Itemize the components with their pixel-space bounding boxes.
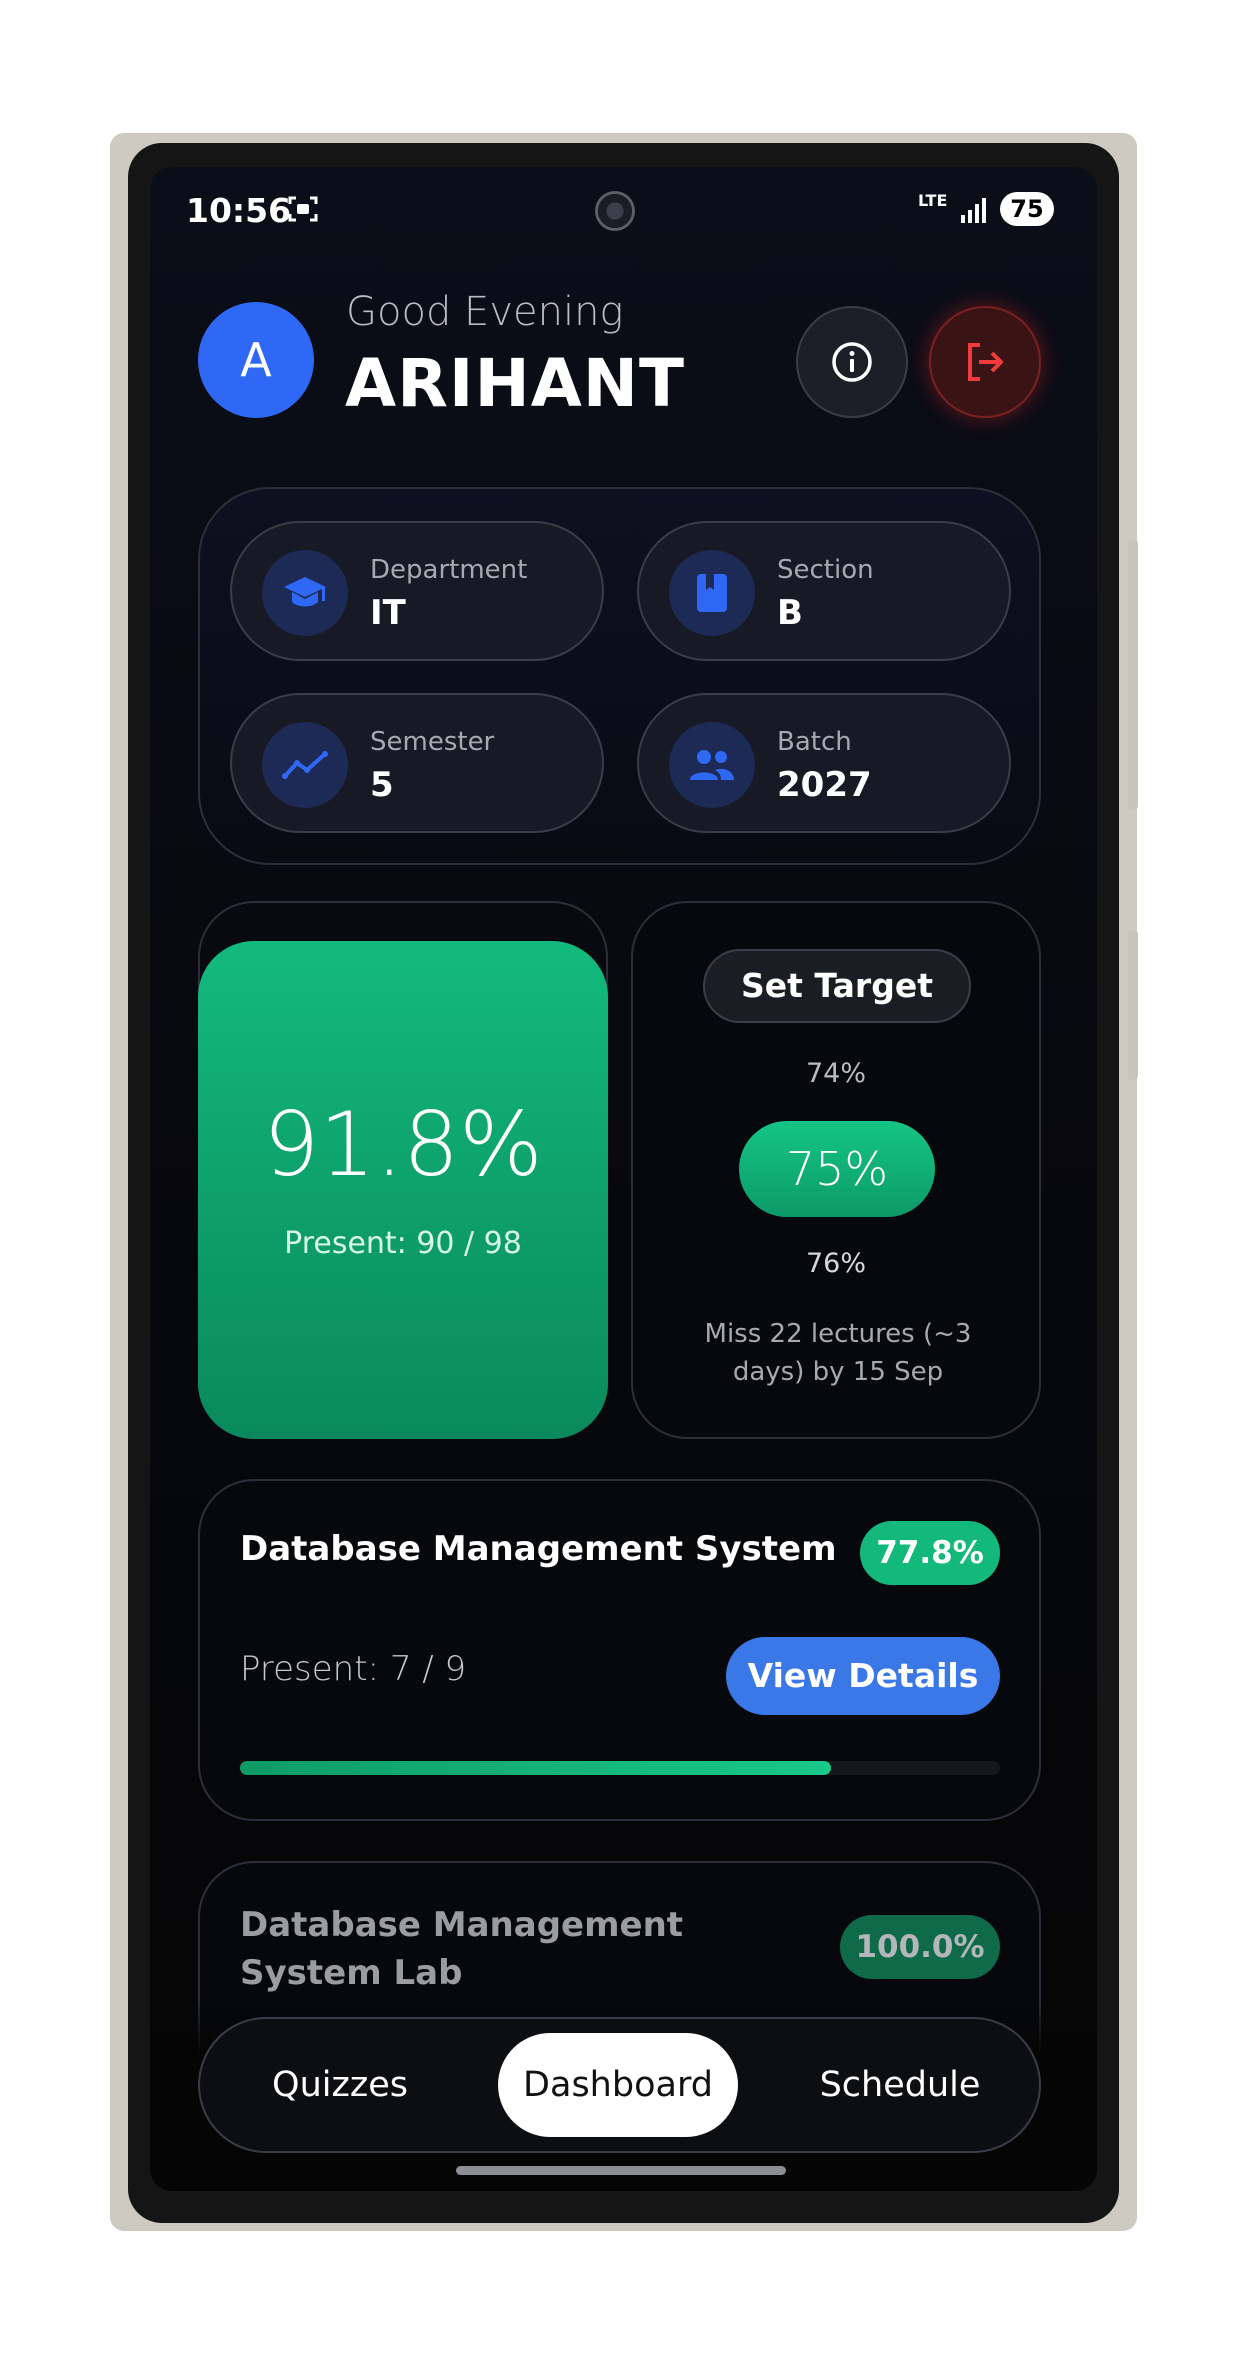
batch-label: Batch: [777, 727, 852, 757]
overall-attendance-card[interactable]: 91.8% Present: 90 / 98: [198, 941, 608, 1439]
home-indicator[interactable]: [456, 2166, 786, 2175]
user-name: ARIHANT: [345, 345, 686, 422]
info-button[interactable]: [796, 306, 908, 418]
logout-button[interactable]: [929, 306, 1041, 418]
subject-name: Database Management System Lab: [240, 1905, 684, 1993]
set-target-button[interactable]: Set Target: [703, 949, 971, 1023]
nav-dashboard[interactable]: Dashboard: [498, 2033, 738, 2137]
power-button: [1128, 930, 1138, 1080]
screen-record-icon: [288, 196, 318, 222]
graduation-cap-icon: [284, 577, 326, 607]
section-label: Section: [777, 555, 874, 585]
section-value: B: [777, 593, 803, 633]
subject-card[interactable]: Database Management System 77.8% Present…: [198, 1479, 1041, 1821]
subject-percent-badge: 77.8%: [860, 1521, 1000, 1585]
battery-indicator: 75: [1000, 192, 1054, 226]
target-message: Miss 22 lectures (~3 days) by 15 Sep: [704, 1319, 972, 1387]
target-option-76[interactable]: 76%: [633, 1248, 1039, 1279]
bottom-nav: Quizzes Dashboard Schedule: [198, 2017, 1041, 2153]
batch-value: 2027: [777, 765, 872, 805]
department-pill: Department IT: [230, 521, 604, 661]
subject-name: Database Management System: [240, 1529, 837, 1569]
nav-schedule[interactable]: Schedule: [810, 2033, 990, 2137]
department-label: Department: [370, 555, 528, 585]
avatar[interactable]: A: [198, 302, 314, 418]
subject-present-count: Present: 7 / 9: [240, 1649, 467, 1689]
status-bar: 10:56 LTE 75: [150, 167, 1097, 257]
users-icon: [690, 750, 734, 780]
semester-pill: Semester 5: [230, 693, 604, 833]
greeting-text: Good Evening: [346, 289, 624, 335]
nav-quizzes[interactable]: Quizzes: [260, 2033, 420, 2137]
app-screen: 10:56 LTE 75 A Good Evening ARIHANT Depa…: [150, 167, 1097, 2191]
view-details-button[interactable]: View Details: [726, 1637, 1000, 1715]
overall-attendance-percent: 91.8%: [263, 1093, 543, 1196]
target-card: Set Target 74% 75% 76% Miss 22 lectures …: [631, 901, 1041, 1439]
book-icon: [697, 574, 727, 612]
subject-progress-fill: [240, 1761, 832, 1775]
volume-button: [1128, 540, 1138, 810]
batch-pill: Batch 2027: [637, 693, 1011, 833]
info-icon: [832, 342, 872, 382]
signal-icon: [961, 198, 986, 223]
target-selected-value[interactable]: 75%: [739, 1121, 935, 1217]
section-pill: Section B: [637, 521, 1011, 661]
department-value: IT: [370, 593, 406, 633]
semester-label: Semester: [370, 727, 495, 757]
front-camera: [595, 191, 635, 231]
logout-icon: [968, 343, 1003, 381]
subject-percent-badge: 100.0%: [840, 1915, 1000, 1979]
network-type: LTE: [918, 191, 948, 210]
semester-value: 5: [370, 765, 394, 805]
clock: 10:56: [186, 191, 292, 230]
overall-present-count: Present: 90 / 98: [284, 1226, 522, 1261]
profile-info-card: Department IT Section B Semester 5 Batch…: [198, 487, 1041, 865]
target-option-74[interactable]: 74%: [633, 1058, 1039, 1089]
trend-line-icon: [282, 751, 328, 779]
subject-progress-bar: [240, 1761, 1000, 1775]
